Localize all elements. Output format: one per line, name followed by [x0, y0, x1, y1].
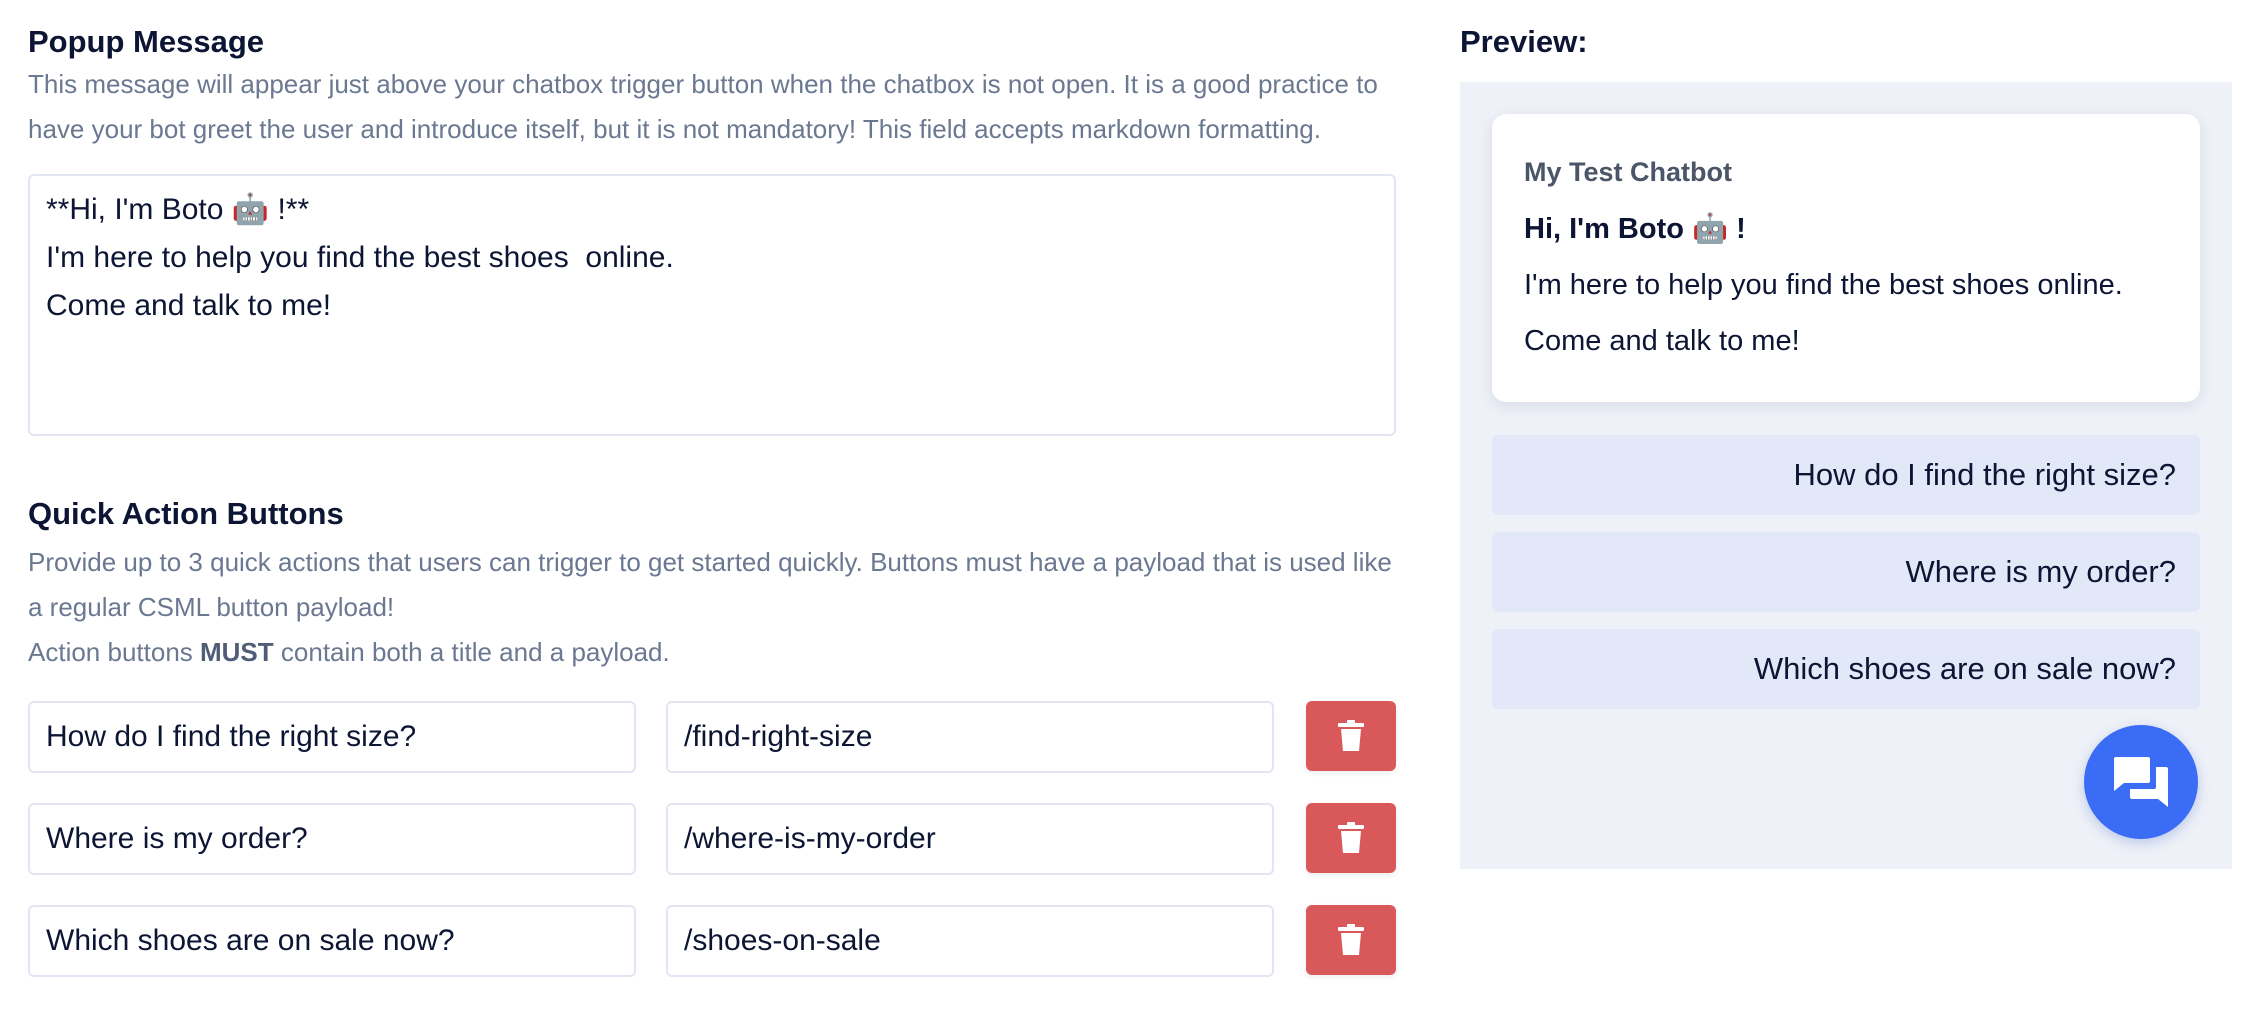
- message-line: I'm here to help you find the best shoes…: [1524, 269, 2123, 301]
- popup-bubble: My Test Chatbot Hi, I'm Boto 🤖 ! I'm her…: [1492, 114, 2200, 402]
- bot-name: My Test Chatbot: [1524, 157, 1732, 187]
- trash-icon: [1338, 720, 1364, 751]
- trash-icon: [1338, 924, 1364, 955]
- quick-actions-help-line2: Action buttons MUST contain both a title…: [28, 630, 1396, 675]
- popup-message-title: Popup Message: [28, 24, 264, 59]
- quick-action-row-3: Which shoes are on sale now? /shoes-on-s…: [28, 905, 1396, 977]
- trash-icon: [1338, 822, 1364, 853]
- quick-action-payload-input[interactable]: /where-is-my-order: [666, 803, 1274, 875]
- popup-message-textarea[interactable]: **Hi, I'm Boto 🤖 !** I'm here to help yo…: [28, 174, 1396, 436]
- preview-quick-action-button[interactable]: Where is my order?: [1492, 532, 2200, 612]
- quick-action-title-input[interactable]: Where is my order?: [28, 803, 636, 875]
- preview-quick-action-button[interactable]: How do I find the right size?: [1492, 435, 2200, 515]
- quick-action-payload-input[interactable]: /find-right-size: [666, 701, 1274, 773]
- help-text: Action buttons: [28, 637, 200, 667]
- help-text: contain both a title and a payload.: [273, 637, 670, 667]
- preview-title: Preview:: [1460, 24, 1588, 59]
- quick-actions-title: Quick Action Buttons: [28, 496, 344, 531]
- quick-action-title-input[interactable]: Which shoes are on sale now?: [28, 905, 636, 977]
- quick-action-payload-input[interactable]: /shoes-on-sale: [666, 905, 1274, 977]
- preview-panel: My Test Chatbot Hi, I'm Boto 🤖 ! I'm her…: [1460, 82, 2232, 869]
- quick-action-rows: How do I find the right size? /find-righ…: [28, 701, 1396, 977]
- quick-action-row-1: How do I find the right size? /find-righ…: [28, 701, 1396, 773]
- message-line: Come and talk to me!: [1524, 325, 1800, 357]
- chat-bubbles-icon: [2114, 757, 2168, 807]
- preview-quick-action-button[interactable]: Which shoes are on sale now?: [1492, 629, 2200, 709]
- delete-quick-action-button[interactable]: [1306, 803, 1396, 873]
- quick-actions-help: Provide up to 3 quick actions that users…: [28, 540, 1396, 675]
- greeting-text: Hi, I'm Boto 🤖 !: [1524, 213, 1746, 245]
- delete-quick-action-button[interactable]: [1306, 905, 1396, 975]
- quick-actions-help-line1: Provide up to 3 quick actions that users…: [28, 547, 1392, 622]
- chatbox-trigger-button[interactable]: [2084, 725, 2198, 839]
- settings-column: Popup Message This message will appear j…: [28, 22, 1396, 977]
- help-emphasis: MUST: [200, 637, 274, 667]
- popup-message-help: This message will appear just above your…: [28, 69, 1378, 144]
- quick-action-title-input[interactable]: How do I find the right size?: [28, 701, 636, 773]
- preview-column: Preview: My Test Chatbot Hi, I'm Boto 🤖 …: [1460, 22, 2232, 869]
- quick-action-row-2: Where is my order? /where-is-my-order: [28, 803, 1396, 875]
- delete-quick-action-button[interactable]: [1306, 701, 1396, 771]
